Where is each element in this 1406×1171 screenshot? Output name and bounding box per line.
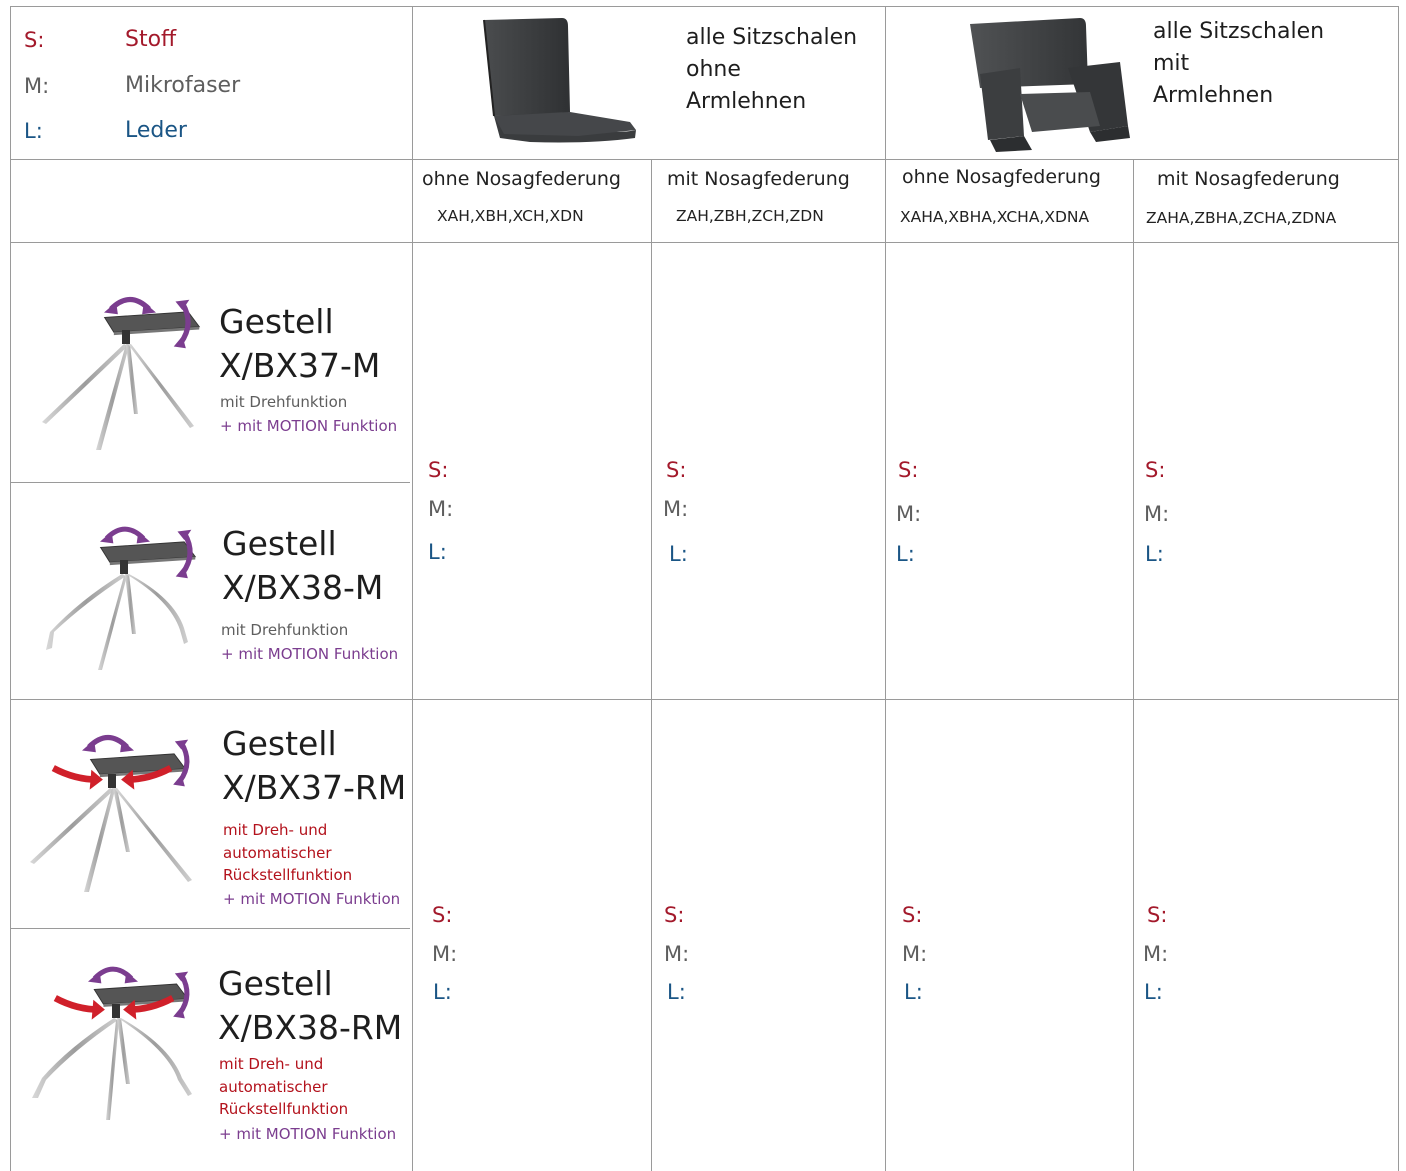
material-s-label: S: [1145, 458, 1166, 482]
swivel-base-curved-legs-icon [46, 520, 196, 670]
frame-motion-note: + mit MOTION Funktion [221, 645, 399, 663]
material-m-label: M: [663, 497, 689, 521]
legend-key-leder: L: [24, 119, 43, 143]
shell-header-line: mit [1153, 51, 1190, 76]
frame-model: X/BX38-RM [218, 1008, 403, 1047]
frame-description: Rückstellfunktion [223, 866, 353, 884]
swivel-base-straight-legs-icon [42, 290, 200, 450]
material-l-label: L: [667, 980, 686, 1004]
material-s-label: S: [666, 458, 687, 482]
material-l-label: L: [896, 542, 915, 566]
shell-header-line: ohne [686, 57, 741, 82]
frame-description: automatischer [223, 843, 332, 862]
frame-description: mit Drehfunktion [221, 621, 349, 639]
frame-description: mit Drehfunktion [220, 393, 348, 411]
material-l-label: L: [669, 542, 688, 566]
legend-key-mikrofaser: M: [24, 74, 50, 98]
material-l-label: L: [428, 540, 447, 564]
frame-title: Gestell [222, 524, 337, 563]
column-header-label: mit Nosagfederung [1157, 168, 1340, 190]
chair-without-armrests-image [483, 18, 636, 143]
material-s-label: S: [902, 903, 923, 927]
material-m-label: M: [896, 502, 922, 526]
material-m-label: M: [1143, 942, 1169, 966]
shell-header-line: Armlehnen [686, 89, 807, 114]
frame-description: automatischer [219, 1077, 328, 1096]
swivel-return-base-curved-legs-icon [32, 960, 192, 1120]
frame-description: mit Dreh- und [219, 1055, 324, 1073]
frame-title: Gestell [222, 724, 337, 763]
legend-key-stoff: S: [24, 28, 45, 52]
shell-header-line: alle Sitzschalen [686, 25, 858, 50]
frame-title: Gestell [219, 302, 334, 341]
frame-model: X/BX37-RM [222, 768, 407, 807]
frame-title: Gestell [218, 964, 333, 1003]
column-header-codes: ZAHA,ZBHA,ZCHA,ZDNA [1146, 209, 1337, 227]
column-header-label: ohne Nosagfederung [902, 166, 1101, 188]
frame-model: X/BX38-M [222, 568, 384, 607]
material-s-label: S: [664, 903, 685, 927]
column-header-codes: XAH,XBH,XCH,XDN [437, 207, 584, 225]
material-l-label: L: [1145, 542, 1164, 566]
material-m-label: M: [432, 942, 458, 966]
material-m-label: M: [1144, 502, 1170, 526]
material-s-label: S: [898, 458, 919, 482]
legend-label-stoff: Stoff [125, 27, 177, 52]
frame-motion-note: + mit MOTION Funktion [220, 417, 398, 435]
shell-header-line: Armlehnen [1153, 83, 1274, 108]
swivel-return-base-straight-legs-icon [30, 728, 192, 892]
material-l-label: L: [904, 980, 923, 1004]
frame-model: X/BX37-M [219, 346, 381, 385]
material-l-label: L: [1144, 980, 1163, 1004]
frame-description: Rückstellfunktion [219, 1100, 349, 1118]
column-header-codes: XAHA,XBHA,XCHA,XDNA [900, 208, 1090, 226]
frame-motion-note: + mit MOTION Funktion [219, 1125, 397, 1143]
material-l-label: L: [433, 980, 452, 1004]
frame-motion-note: + mit MOTION Funktion [223, 890, 401, 908]
material-s-label: S: [432, 903, 453, 927]
material-s-label: S: [1147, 903, 1168, 927]
frame-description: mit Dreh- und [223, 821, 328, 839]
column-header-label: mit Nosagfederung [667, 168, 850, 190]
chair-with-armrests-image [970, 18, 1130, 152]
material-m-label: M: [428, 497, 454, 521]
legend-label-mikrofaser: Mikrofaser [125, 73, 241, 98]
material-s-label: S: [428, 458, 449, 482]
column-header-label: ohne Nosagfederung [422, 168, 621, 190]
material-m-label: M: [664, 942, 690, 966]
shell-header-line: alle Sitzschalen [1153, 19, 1325, 44]
material-m-label: M: [902, 942, 928, 966]
legend-label-leder: Leder [125, 118, 187, 143]
column-header-codes: ZAH,ZBH,ZCH,ZDN [676, 207, 824, 225]
